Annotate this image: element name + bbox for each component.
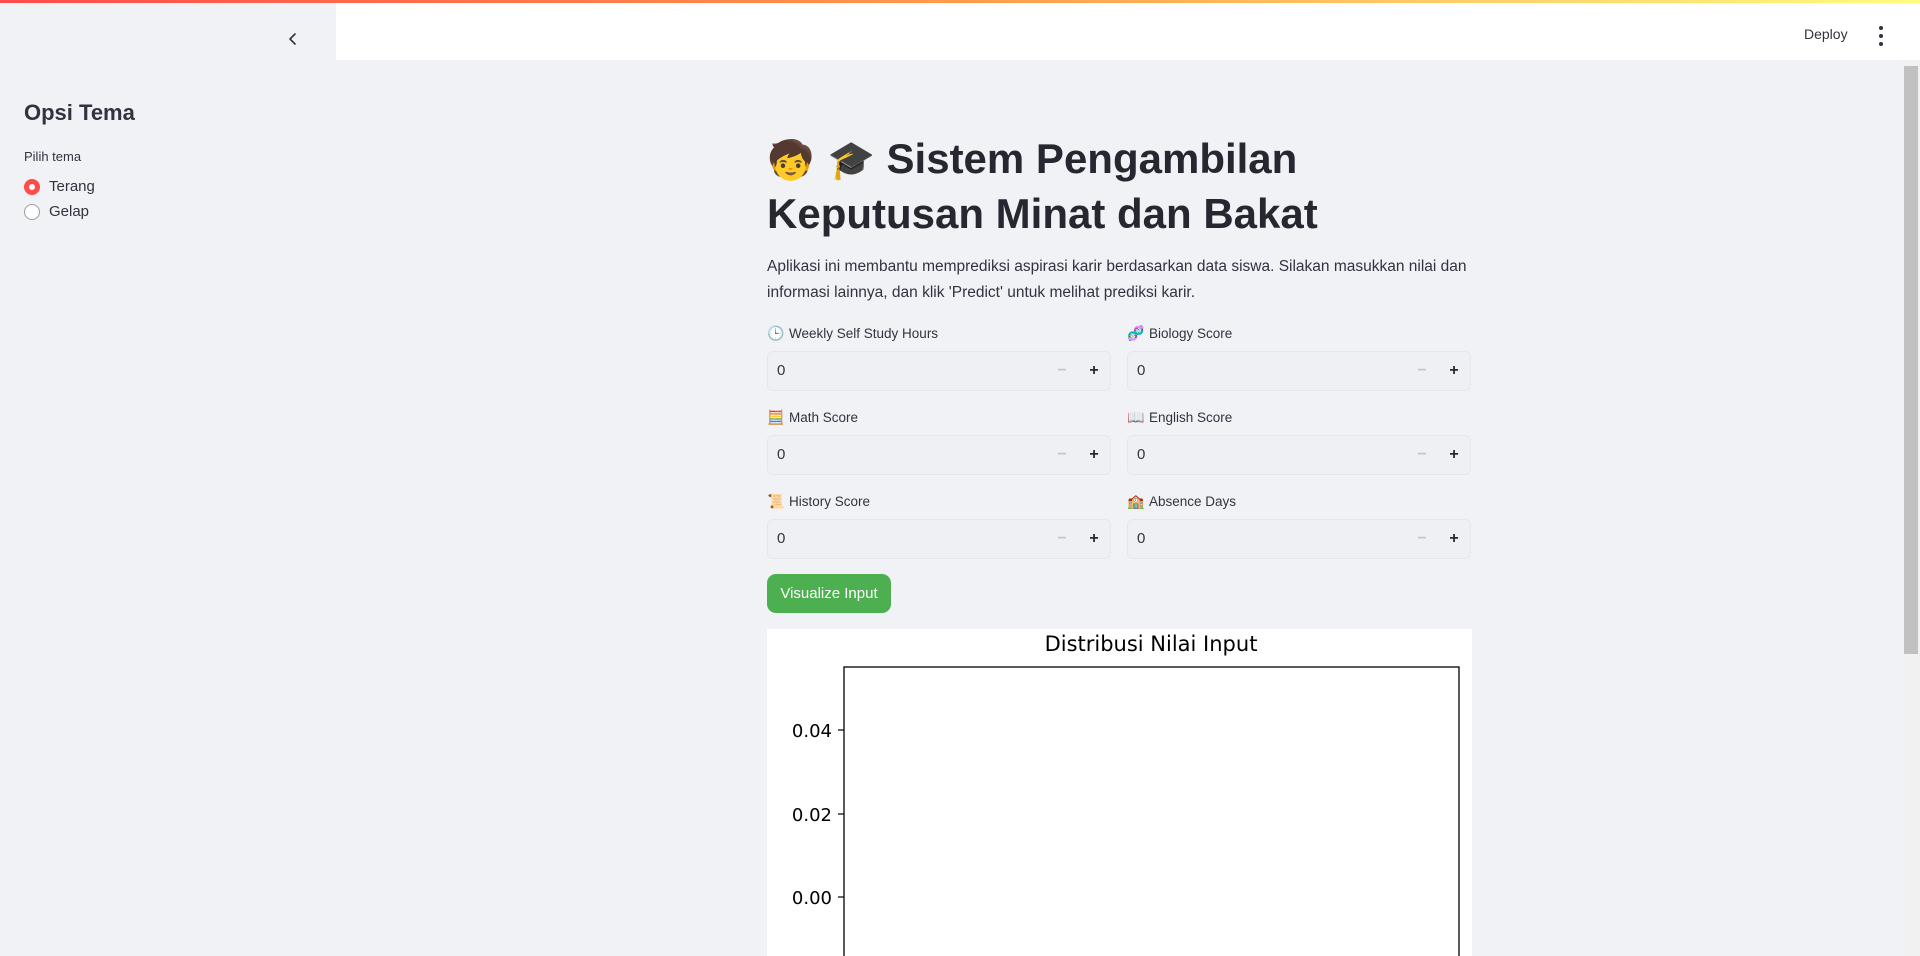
clock-icon: 🕒 bbox=[767, 324, 785, 341]
field-label: History Score bbox=[789, 493, 871, 509]
abacus-icon: 🧮 bbox=[767, 408, 785, 425]
chart-svg: Distribusi Nilai Input 0.04 0.02 0.00 bbox=[792, 632, 1460, 956]
field-weekly-self-study-hours: 🕒 Weekly Self Study Hours 0 − + bbox=[767, 324, 1111, 391]
page-title: 🧒 🎓 Sistem Pengambilan Keputusan Minat d… bbox=[767, 132, 1387, 241]
field-math-score: 🧮 Math Score 0 − + bbox=[767, 408, 1111, 475]
scroll-icon: 📜 bbox=[767, 492, 785, 509]
school-icon: 🏫 bbox=[1127, 492, 1145, 509]
history-score-input[interactable]: 0 − + bbox=[767, 519, 1111, 559]
scrollbar-thumb[interactable] bbox=[1904, 66, 1918, 654]
app-header: Deploy bbox=[336, 0, 1920, 60]
field-biology-score: 🧬 Biology Score 0 − + bbox=[1127, 324, 1471, 391]
increment-button[interactable]: + bbox=[1438, 436, 1470, 474]
number-input-value[interactable]: 0 bbox=[768, 520, 1046, 558]
radio-option-gelap[interactable]: Gelap bbox=[24, 203, 89, 220]
chart-title: Distribusi Nilai Input bbox=[1045, 632, 1258, 656]
y-tick-label: 0.00 bbox=[792, 888, 832, 909]
main-menu-button[interactable] bbox=[1876, 26, 1886, 46]
increment-button[interactable]: + bbox=[1438, 520, 1470, 558]
increment-button[interactable]: + bbox=[1078, 520, 1110, 558]
decrement-button[interactable]: − bbox=[1406, 520, 1438, 558]
visualize-input-button[interactable]: Visualize Input bbox=[767, 574, 891, 613]
y-tick-label: 0.04 bbox=[792, 721, 832, 742]
field-label: English Score bbox=[1149, 409, 1233, 425]
theme-radio-label: Pilih tema bbox=[24, 149, 82, 164]
decrement-button[interactable]: − bbox=[1046, 520, 1078, 558]
field-history-score: 📜 History Score 0 − + bbox=[767, 492, 1111, 559]
decrement-button[interactable]: − bbox=[1046, 436, 1078, 474]
field-label: Weekly Self Study Hours bbox=[789, 325, 939, 341]
sidebar: Opsi Tema Pilih tema Terang Gelap bbox=[0, 0, 336, 956]
increment-button[interactable]: + bbox=[1078, 352, 1110, 390]
math-score-input[interactable]: 0 − + bbox=[767, 435, 1111, 475]
field-label: Biology Score bbox=[1149, 325, 1233, 341]
field-label: Absence Days bbox=[1149, 493, 1237, 509]
number-input-value[interactable]: 0 bbox=[768, 436, 1046, 474]
radio-button-checked[interactable] bbox=[24, 178, 40, 195]
page-scrollbar[interactable] bbox=[1902, 60, 1920, 956]
sidebar-title: Opsi Tema bbox=[24, 100, 135, 125]
book-icon: 📖 bbox=[1127, 408, 1145, 425]
chart-plot-area bbox=[843, 666, 1460, 956]
chevron-left-icon bbox=[289, 33, 296, 45]
number-input-value[interactable]: 0 bbox=[768, 352, 1046, 390]
field-english-score: 📖 English Score 0 − + bbox=[1127, 408, 1471, 475]
radio-button-unchecked[interactable] bbox=[24, 203, 40, 220]
dna-icon: 🧬 bbox=[1127, 324, 1145, 341]
weekly-study-hours-input[interactable]: 0 − + bbox=[767, 351, 1111, 391]
chart-y-axis: 0.04 0.02 0.00 bbox=[792, 721, 844, 909]
absence-days-input[interactable]: 0 − + bbox=[1127, 519, 1471, 559]
english-score-input[interactable]: 0 − + bbox=[1127, 435, 1471, 475]
field-label: Math Score bbox=[789, 409, 859, 425]
top-decoration-bar bbox=[0, 0, 1920, 3]
number-input-value[interactable]: 0 bbox=[1128, 436, 1406, 474]
radio-option-label: Terang bbox=[49, 178, 95, 195]
biology-score-input[interactable]: 0 − + bbox=[1127, 351, 1471, 391]
vertical-dots-icon bbox=[1879, 26, 1883, 30]
app-description: Aplikasi ini membantu memprediksi aspira… bbox=[767, 258, 1467, 301]
increment-button[interactable]: + bbox=[1078, 436, 1110, 474]
radio-option-label: Gelap bbox=[49, 203, 90, 220]
radio-option-terang[interactable]: Terang bbox=[24, 178, 95, 195]
decrement-button[interactable]: − bbox=[1406, 436, 1438, 474]
decrement-button[interactable]: − bbox=[1406, 352, 1438, 390]
decrement-button[interactable]: − bbox=[1046, 352, 1078, 390]
y-tick-label: 0.02 bbox=[792, 805, 832, 826]
increment-button[interactable]: + bbox=[1438, 352, 1470, 390]
number-input-value[interactable]: 0 bbox=[1128, 352, 1406, 390]
field-absence-days: 🏫 Absence Days 0 − + bbox=[1127, 492, 1471, 559]
deploy-button[interactable]: Deploy bbox=[1804, 26, 1848, 42]
title-emoji-icons: 🧒 🎓 bbox=[767, 138, 875, 182]
number-input-value[interactable]: 0 bbox=[1128, 520, 1406, 558]
input-distribution-chart: Distribusi Nilai Input 0.04 0.02 0.00 bbox=[767, 629, 1472, 956]
collapse-sidebar-button[interactable] bbox=[282, 28, 304, 50]
